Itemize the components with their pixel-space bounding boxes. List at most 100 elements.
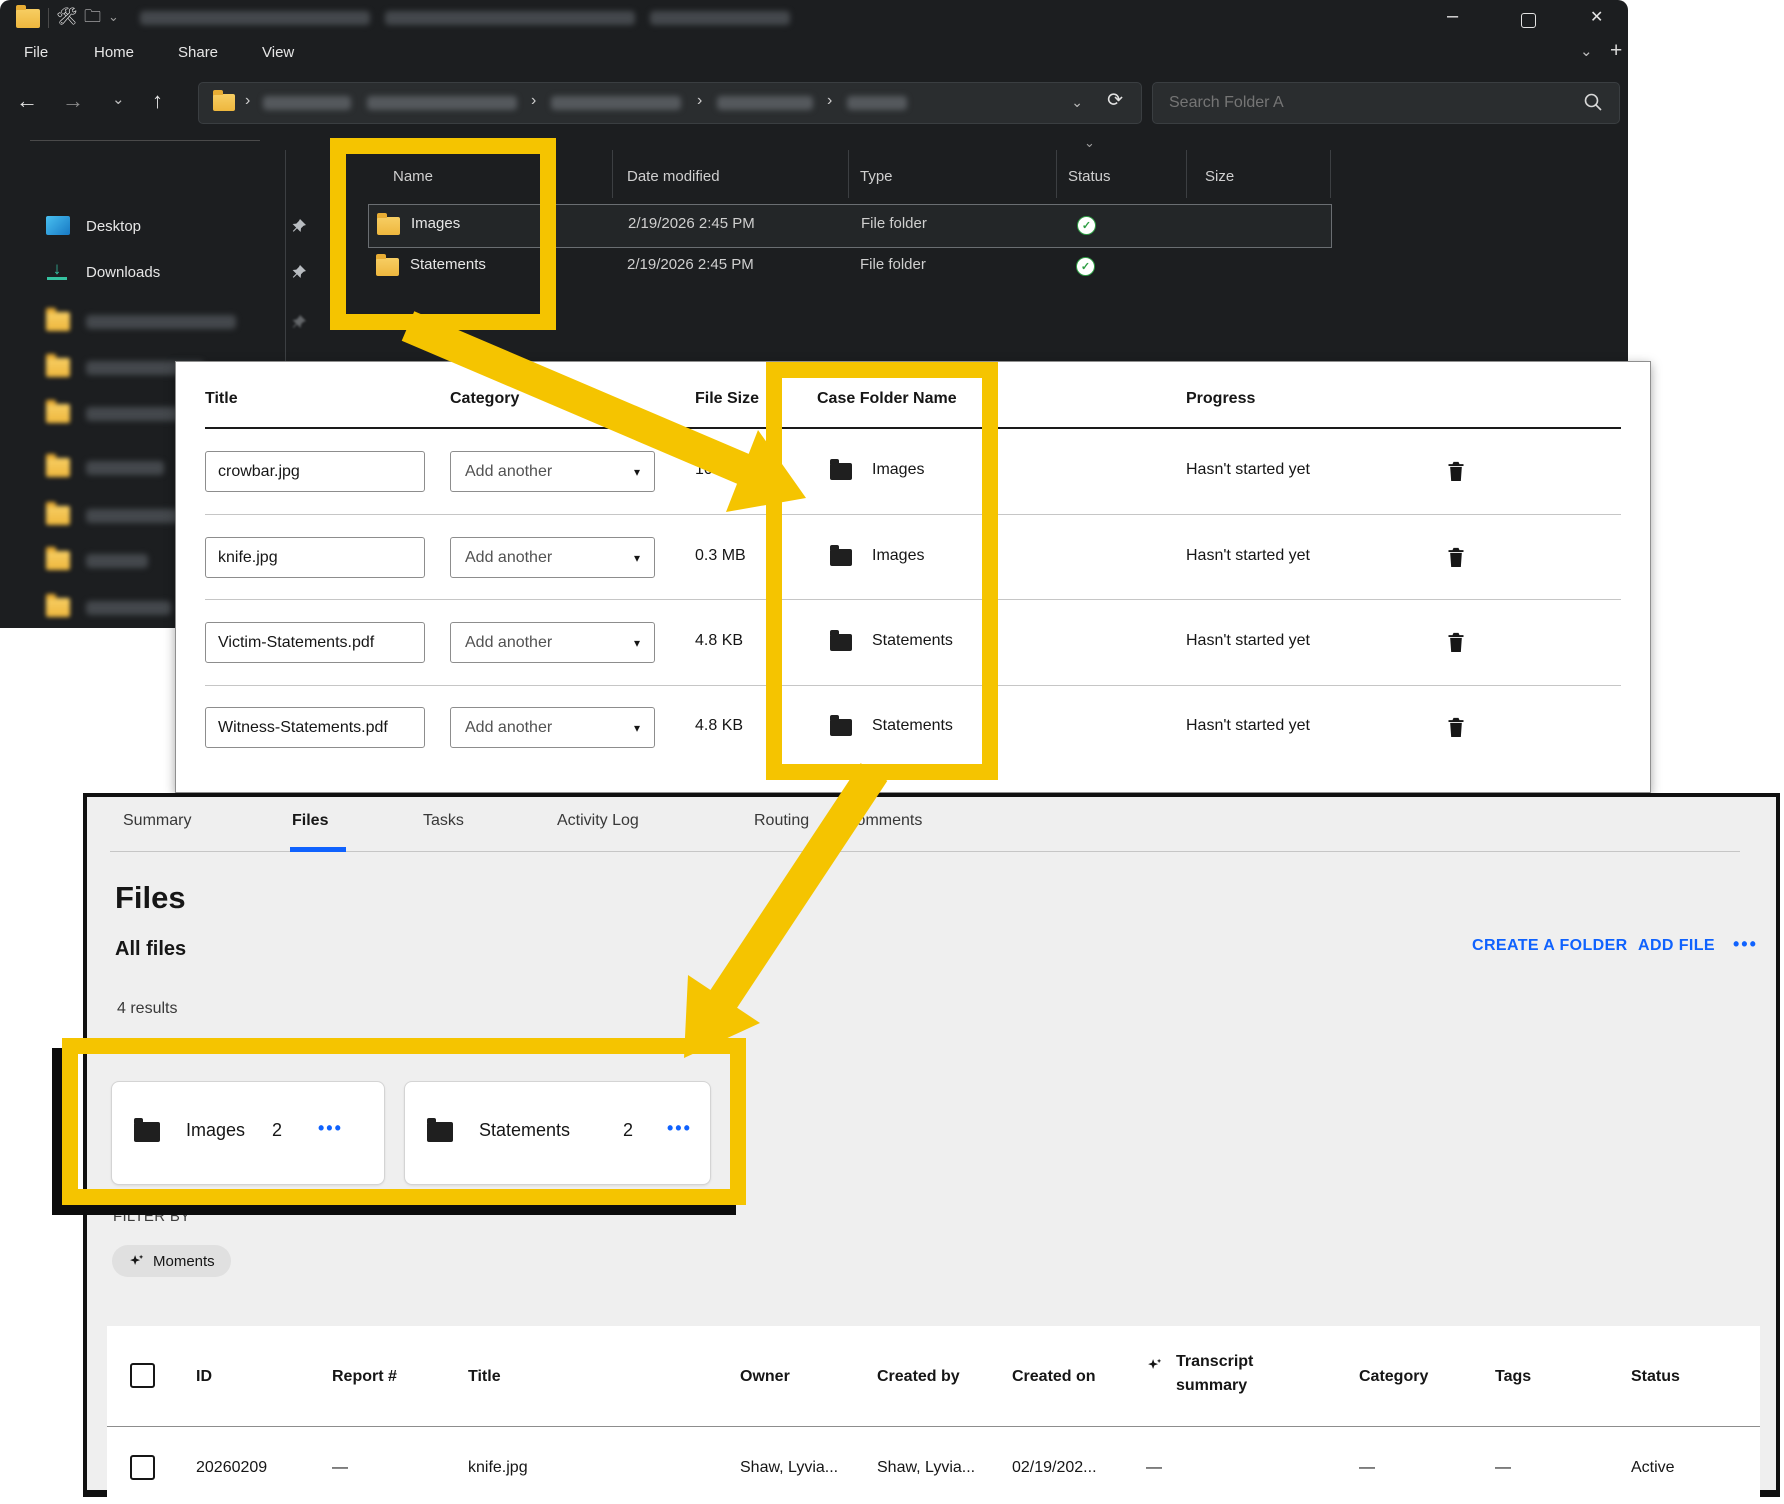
col-transcript-line2[interactable]: summary	[1176, 1377, 1247, 1395]
pin-icon[interactable]	[292, 218, 307, 233]
titlebar-chevron-icon[interactable]: ⌄	[108, 10, 119, 23]
sidebar-item-redacted-folder-icon[interactable]	[46, 404, 70, 423]
select-all-checkbox[interactable]	[130, 1363, 155, 1388]
up-icon[interactable]: ↑	[152, 90, 163, 112]
new-folder-icon[interactable]: 🗀	[84, 8, 101, 25]
tab-routing[interactable]: Routing	[754, 812, 809, 830]
dropdown-caret-icon: ▾	[634, 551, 640, 565]
forward-icon[interactable]: →	[62, 90, 84, 112]
sidebar-item-desktop[interactable]: Desktop	[86, 218, 141, 235]
search-input[interactable]	[1167, 90, 1551, 116]
row-checkbox[interactable]	[130, 1455, 155, 1480]
menu-view[interactable]: View	[262, 44, 294, 61]
sidebar-item-redacted-folder-icon[interactable]	[46, 598, 70, 617]
ribbon-chevron-icon[interactable]: ⌄	[1580, 44, 1593, 59]
col-report[interactable]: Report #	[332, 1368, 397, 1386]
column-divider[interactable]	[848, 150, 849, 198]
col-created-by[interactable]: Created by	[877, 1368, 960, 1386]
back-icon[interactable]: ←	[16, 90, 38, 112]
upload-col-file-size: File Size	[695, 390, 759, 408]
breadcrumb-segment-redacted[interactable]	[263, 96, 351, 110]
sidebar-item-redacted-folder-icon[interactable]	[46, 506, 70, 525]
breadcrumb-segment-redacted[interactable]	[551, 96, 681, 110]
cell-category: —	[1359, 1459, 1375, 1477]
active-tab-underline	[290, 847, 346, 852]
add-file-button[interactable]: ADD FILE	[1638, 937, 1715, 955]
col-owner[interactable]: Owner	[740, 1368, 790, 1386]
title-input[interactable]	[205, 451, 425, 492]
sidebar-item-redacted-folder-icon[interactable]	[46, 551, 70, 570]
sidebar-item-redacted[interactable]	[86, 601, 171, 615]
search-box[interactable]	[1152, 82, 1620, 124]
moments-filter-chip[interactable]: Moments	[112, 1245, 231, 1277]
sidebar-item-redacted-folder-icon[interactable]	[46, 358, 70, 377]
col-created-on[interactable]: Created on	[1012, 1368, 1096, 1386]
trash-icon[interactable]	[1446, 545, 1466, 569]
new-tab-icon[interactable]: +	[1610, 40, 1622, 61]
column-header-date-modified[interactable]: Date modified	[627, 168, 720, 185]
customize-icon[interactable]: 🛠	[56, 8, 78, 25]
sidebar-item-redacted[interactable]	[86, 554, 148, 568]
title-input[interactable]	[205, 707, 425, 748]
sidebar-item-redacted-folder-icon[interactable]	[46, 312, 70, 331]
sidebar-item-redacted-folder-icon[interactable]	[46, 458, 70, 477]
title-input[interactable]	[205, 537, 425, 578]
pin-icon[interactable]	[292, 264, 307, 279]
sidebar-item-redacted[interactable]	[86, 315, 236, 329]
menu-file[interactable]: File	[24, 44, 48, 61]
tab-files[interactable]: Files	[292, 812, 328, 830]
column-divider[interactable]	[1330, 150, 1331, 198]
recent-locations-chevron-icon[interactable]: ⌄	[112, 92, 125, 107]
trash-icon[interactable]	[1446, 459, 1466, 483]
cell-title-link[interactable]: knife.jpg	[468, 1459, 528, 1477]
sparkle-icon	[128, 1253, 145, 1270]
cell-id: 20260209	[196, 1459, 267, 1477]
menu-home[interactable]: Home	[94, 44, 134, 61]
title-input[interactable]	[205, 622, 425, 663]
sidebar-item-redacted[interactable]	[86, 461, 164, 475]
tab-comments[interactable]: Comments	[845, 812, 922, 830]
close-icon[interactable]: ✕	[1590, 10, 1603, 26]
address-bar[interactable]: › › › › ⌄ ⟳	[198, 82, 1142, 124]
dropdown-caret-icon: ▾	[634, 465, 640, 479]
address-chevron-icon[interactable]: ⌄	[1071, 95, 1083, 109]
tab-activity-log[interactable]: Activity Log	[557, 812, 639, 830]
tab-summary[interactable]: Summary	[123, 812, 191, 830]
column-header-status[interactable]: Status	[1068, 168, 1111, 185]
refresh-icon[interactable]: ⟳	[1107, 91, 1123, 110]
column-divider[interactable]	[1056, 150, 1057, 198]
category-dropdown-label: Add another	[465, 463, 552, 481]
column-header-type[interactable]: Type	[860, 168, 893, 185]
col-tags[interactable]: Tags	[1495, 1368, 1531, 1386]
maximize-icon[interactable]	[1521, 13, 1536, 28]
category-dropdown[interactable]: Add another ▾	[450, 622, 655, 663]
sidebar-item-downloads[interactable]: Downloads	[86, 264, 160, 281]
col-id[interactable]: ID	[196, 1368, 212, 1386]
category-dropdown[interactable]: Add another ▾	[450, 451, 655, 492]
column-divider[interactable]	[612, 150, 613, 198]
col-category[interactable]: Category	[1359, 1368, 1428, 1386]
overflow-menu-icon[interactable]: •••	[1733, 934, 1758, 955]
breadcrumb-segment-redacted[interactable]	[847, 96, 907, 110]
trash-icon[interactable]	[1446, 630, 1466, 654]
progress-value: Hasn't started yet	[1186, 717, 1310, 735]
dropdown-caret-icon: ▾	[634, 636, 640, 650]
search-icon[interactable]	[1583, 92, 1603, 112]
col-title[interactable]: Title	[468, 1368, 501, 1386]
category-dropdown[interactable]: Add another ▾	[450, 537, 655, 578]
titlebar-divider	[48, 8, 49, 28]
breadcrumb-segment-redacted[interactable]	[717, 96, 813, 110]
table-header-rule	[107, 1426, 1760, 1427]
create-a-folder-button[interactable]: CREATE A FOLDER	[1472, 937, 1628, 955]
col-transcript-line1[interactable]: Transcript	[1176, 1353, 1253, 1371]
tab-tasks[interactable]: Tasks	[423, 812, 464, 830]
trash-icon[interactable]	[1446, 715, 1466, 739]
sync-ok-icon: ✓	[1077, 216, 1096, 235]
breadcrumb-segment-redacted[interactable]	[367, 96, 517, 110]
column-divider[interactable]	[1186, 150, 1187, 198]
minimize-icon[interactable]: –	[1447, 6, 1458, 26]
category-dropdown[interactable]: Add another ▾	[450, 707, 655, 748]
col-status[interactable]: Status	[1631, 1368, 1680, 1386]
menu-share[interactable]: Share	[178, 44, 218, 61]
column-header-size[interactable]: Size	[1205, 168, 1234, 185]
